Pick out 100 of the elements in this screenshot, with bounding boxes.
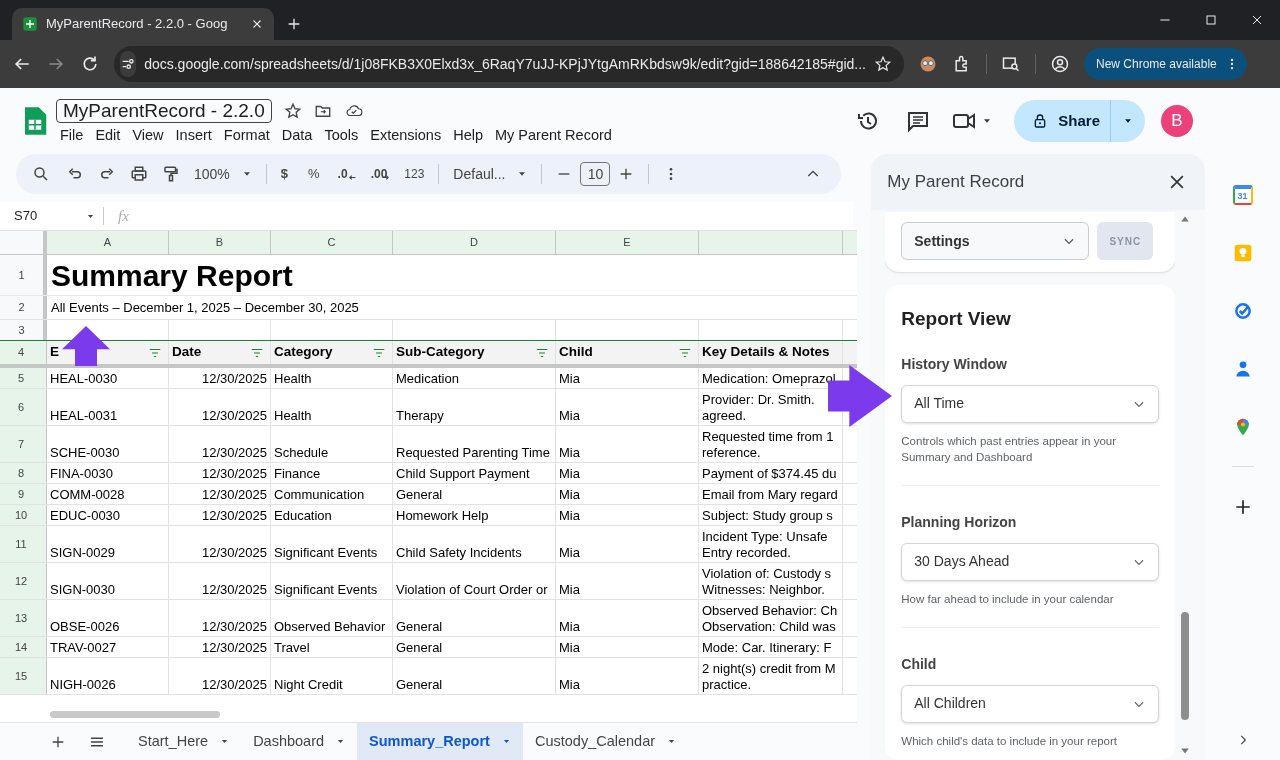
- column-header: D: [393, 231, 556, 254]
- menu-item[interactable]: Help: [447, 125, 489, 147]
- caret-icon: [501, 737, 511, 746]
- scroll-up-icon[interactable]: [1180, 214, 1190, 224]
- column-heading[interactable]: Sub-Category: [393, 341, 556, 364]
- table-cell: Mia: [556, 600, 699, 636]
- number-format-button[interactable]: 123: [404, 165, 425, 183]
- table-cell: Health: [271, 368, 393, 388]
- notes-cell: Subject: Study group s: [699, 505, 843, 525]
- help-text: Which child's data to include in your report: [901, 733, 1118, 749]
- maximize-icon[interactable]: [1203, 12, 1219, 28]
- field-label: Child: [901, 654, 938, 674]
- section-title: Report View: [901, 307, 1012, 331]
- table-cell: OBSE-0026: [47, 600, 169, 636]
- currency-button[interactable]: $: [280, 164, 289, 184]
- table-cell: EDUC-0030: [47, 505, 169, 525]
- row-number: 12: [0, 563, 47, 599]
- reload-icon[interactable]: [80, 54, 100, 74]
- fx-label: fx: [118, 206, 129, 226]
- menu-item[interactable]: Insert: [169, 125, 218, 147]
- column-heading[interactable]: Key Details & Notes: [699, 341, 843, 364]
- table-cell: SIGN-0030: [47, 563, 169, 599]
- field-label: History Window: [901, 354, 1008, 374]
- site-settings-icon[interactable]: [120, 56, 137, 72]
- percent-button[interactable]: %: [308, 164, 320, 184]
- profile-icon[interactable]: [1050, 54, 1070, 74]
- column-header: A: [47, 231, 169, 254]
- table-cell: 12/30/2025: [169, 389, 271, 425]
- sheet-tab[interactable]: Dashboard: [241, 723, 358, 760]
- report-subtitle: All Events – December 1, 2025 – December 30, 2025: [50, 298, 360, 317]
- table-cell: HEAL-0030: [47, 368, 169, 388]
- column-heading[interactable]: Child: [556, 341, 699, 364]
- table-cell: 12/30/2025: [169, 505, 271, 525]
- name-box[interactable]: S70: [0, 207, 104, 225]
- update-button[interactable]: New Chrome available: [1084, 48, 1247, 80]
- sheet-tab[interactable]: Start_Here: [126, 723, 242, 760]
- table-cell: General: [393, 600, 556, 636]
- column-header: C: [271, 231, 393, 254]
- menu-item[interactable]: Format: [217, 125, 276, 147]
- search-icon[interactable]: [32, 165, 50, 183]
- glasses-avatar-icon[interactable]: [918, 54, 938, 74]
- address-bar[interactable]: docs.google.com/spreadsheets/d/1j08FKB3X0Elxd3x_6RaqY7uJJ-KPjJYtgAmRKbdsw9k/edit?gid=188642185#gid...: [114, 46, 904, 82]
- table-cell: 12/30/2025: [169, 368, 271, 388]
- calendar-icon[interactable]: 31: [1232, 185, 1253, 205]
- scrollbar-thumb[interactable]: [50, 710, 220, 718]
- table-cell: 12/30/2025: [169, 463, 271, 483]
- table-cell: Significant Events: [271, 563, 393, 599]
- menu-item[interactable]: File: [54, 125, 90, 147]
- notes-cell: Email from Mary regard: [699, 484, 843, 504]
- scroll-down-icon[interactable]: [1180, 746, 1190, 756]
- table-cell: Education: [271, 505, 393, 525]
- notes-cell: Mode: Car. Itinerary: F: [699, 637, 843, 657]
- font-dropdown[interactable]: Defaul...: [453, 163, 528, 185]
- table-cell: 12/30/2025: [169, 526, 271, 562]
- notes-cell: Requested time from 1 reference.: [699, 426, 843, 462]
- table-cell: Mia: [556, 505, 699, 525]
- table-cell: COMM-0028: [47, 484, 169, 504]
- menu-item[interactable]: My Parent Record: [489, 125, 618, 147]
- notes-cell: Payment of $374.45 du: [699, 463, 843, 483]
- column-heading[interactable]: Date: [169, 341, 271, 364]
- table-cell: Violation of Court Order or: [393, 563, 556, 599]
- menu-item[interactable]: Edit: [89, 125, 127, 147]
- print-icon[interactable]: [130, 165, 148, 183]
- field-label: Planning Horizon: [901, 512, 1018, 532]
- sheets-icon: [22, 16, 38, 32]
- table-cell: 12/30/2025: [169, 600, 271, 636]
- dropdown-field[interactable]: 30 Days Ahead: [901, 542, 1159, 581]
- table-cell: Mia: [556, 368, 699, 388]
- table-cell: Mia: [556, 658, 699, 694]
- star-icon[interactable]: [283, 102, 302, 121]
- browser-tab[interactable]: MyParentRecord - 2.2.0 - Goog: [12, 8, 274, 40]
- column-heading[interactable]: Category: [271, 341, 393, 364]
- dropdown-field[interactable]: All Time: [901, 384, 1159, 423]
- sheet-tab[interactable]: Custody_Calendar: [522, 723, 689, 760]
- decrease-decimal-button[interactable]: .0: [337, 165, 357, 183]
- table-cell: FINA-0030: [47, 463, 169, 483]
- menu-item[interactable]: Extensions: [364, 125, 448, 147]
- table-cell: Homework Help: [393, 505, 556, 525]
- settings-select[interactable]: Settings: [901, 222, 1090, 260]
- dropdown-field[interactable]: All Children: [901, 684, 1159, 723]
- reading-mode-icon[interactable]: [1001, 54, 1021, 74]
- star-icon[interactable]: [874, 55, 892, 73]
- sheet-tab[interactable]: Summary_Report: [357, 723, 523, 760]
- checkmark-circle-icon[interactable]: [1232, 301, 1253, 321]
- notes-cell: 2 night(s) credit from M practice.: [699, 658, 843, 694]
- menu-item[interactable]: Tools: [318, 125, 365, 147]
- menu-item[interactable]: View: [126, 125, 170, 147]
- paint-format-icon[interactable]: [162, 165, 180, 183]
- scrollbar-thumb[interactable]: [1181, 612, 1189, 720]
- new-tab-icon[interactable]: [286, 16, 302, 32]
- document-title-field[interactable]: MyParentRecord - 2.2.0: [56, 99, 272, 124]
- menu-item[interactable]: Data: [275, 125, 319, 147]
- zoom-dropdown[interactable]: 100%: [194, 163, 252, 185]
- table-cell: Child Support Payment: [393, 463, 556, 483]
- comments-icon[interactable]: [906, 109, 931, 133]
- font-size-field[interactable]: 10: [580, 162, 611, 186]
- increase-decimal-button[interactable]: .00: [370, 165, 391, 183]
- row-number: 8: [0, 463, 47, 483]
- row-number: 2: [0, 296, 47, 319]
- account-avatar[interactable]: B: [1161, 105, 1193, 137]
